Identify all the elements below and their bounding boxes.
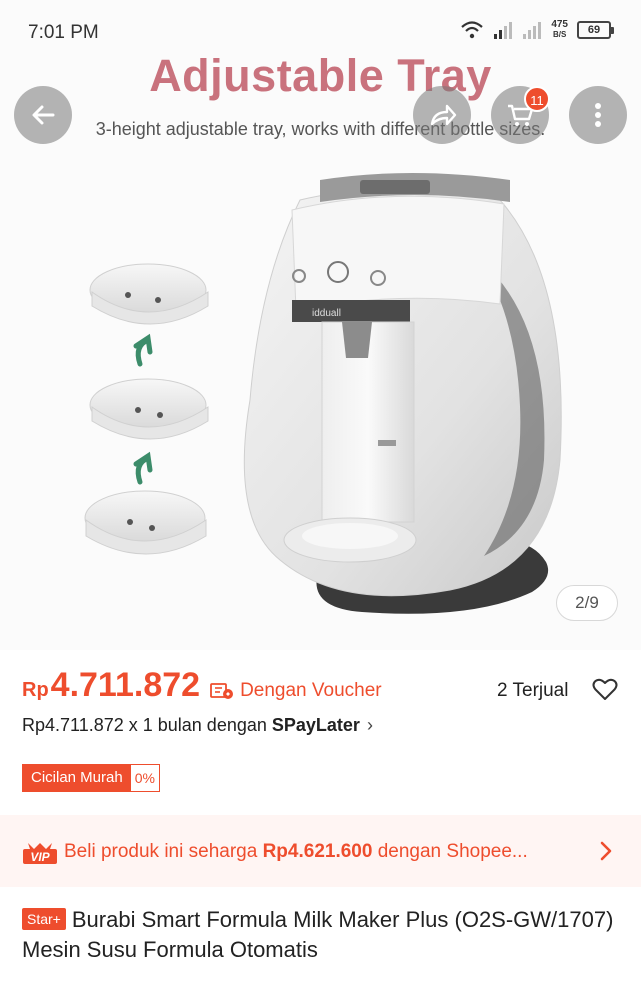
signal-icon [494, 22, 513, 39]
back-icon [32, 105, 55, 125]
image-counter: 2/9 [556, 585, 618, 621]
signal-icon-2 [523, 22, 542, 39]
status-bar: 7:01 PM 475 B/S 69 [0, 0, 641, 64]
vip-badge-label: VIP [30, 850, 50, 864]
tray-low [84, 490, 207, 555]
vip-badge-icon: VIP [23, 843, 57, 864]
paylater-brand: SPayLater [271, 715, 360, 735]
product-title-text: Burabi Smart Formula Milk Maker Plus (O2… [22, 907, 614, 962]
battery-icon: 69 [577, 21, 614, 39]
voucher-icon [210, 682, 234, 705]
cart-count-badge: 11 [524, 86, 550, 112]
voucher-label[interactable]: Dengan Voucher [240, 680, 382, 702]
sold-count: 2 Terjual [497, 680, 569, 701]
product-image-gallery[interactable]: Adjustable Tray 3-height adjustable tray… [0, 0, 641, 650]
heart-icon [592, 678, 618, 700]
cicilan-badge: Cicilan Murah 0% [22, 764, 160, 792]
more-icon [595, 103, 601, 127]
more-options-button[interactable] [569, 86, 627, 144]
price-row: Rp 4.711.872 Dengan Voucher [22, 666, 382, 705]
paylater-text: Rp4.711.872 x 1 bulan dengan [22, 715, 267, 735]
vip-text-after: dengan Shopee... [372, 841, 528, 862]
vip-banner[interactable]: VIP Beli produk ini seharga Rp4.621.600 … [0, 815, 641, 887]
status-time: 7:01 PM [28, 22, 99, 43]
wifi-icon [461, 21, 484, 39]
network-speed-unit: B/S [552, 30, 567, 39]
star-plus-badge: Star+ [22, 908, 66, 930]
vip-text: Beli produk ini seharga Rp4.621.600 deng… [64, 841, 528, 863]
tray-mid [89, 378, 209, 440]
vip-text-before: Beli produk ini seharga [64, 841, 263, 862]
share-button[interactable] [413, 86, 471, 144]
paylater-row[interactable]: Rp4.711.872 x 1 bulan dengan SPayLater › [22, 715, 373, 736]
status-icons: 475 B/S 69 [460, 20, 614, 40]
vip-price: Rp4.621.600 [262, 841, 373, 862]
price-value: 4.711.872 [50, 666, 201, 704]
network-speed: 475 B/S [551, 20, 568, 40]
network-speed-value: 475 [551, 19, 568, 30]
share-icon [430, 104, 457, 126]
cicilan-label: Cicilan Murah [23, 765, 131, 791]
tray-high [89, 263, 209, 325]
cicilan-rate: 0% [130, 765, 159, 791]
chevron-right-icon [600, 841, 612, 861]
machine-logo: idduall [312, 308, 341, 319]
favorite-button[interactable] [592, 678, 618, 707]
product-title: Star+ Burabi Smart Formula Milk Maker Plu… [22, 905, 622, 965]
paylater-chevron-icon: › [366, 715, 373, 735]
back-button[interactable] [14, 86, 72, 144]
price-currency: Rp [22, 679, 49, 701]
